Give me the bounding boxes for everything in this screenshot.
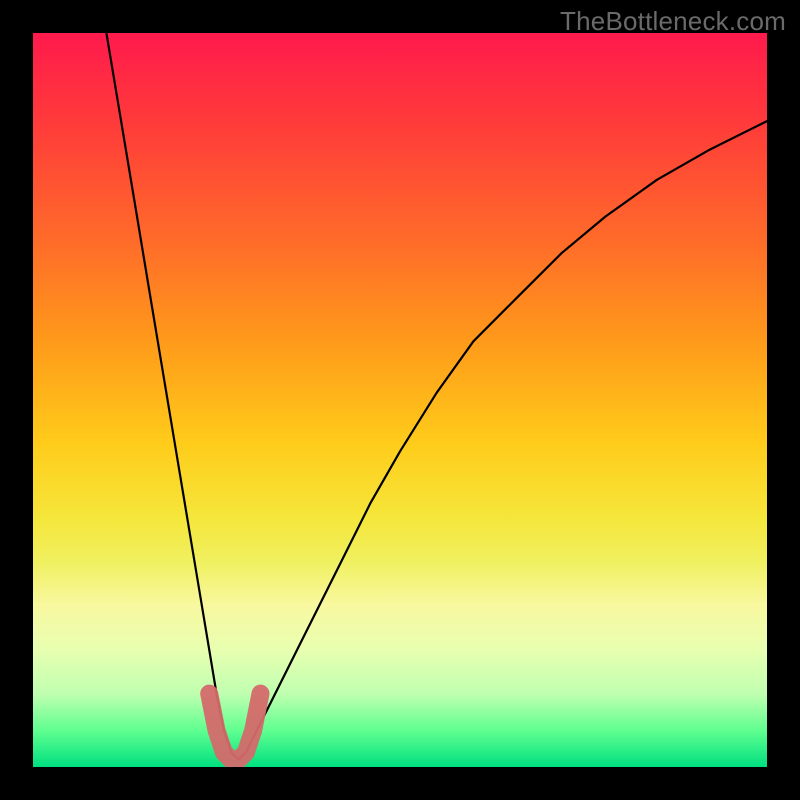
bottleneck-curve-line	[106, 33, 767, 760]
optimal-zone-highlight	[209, 694, 260, 760]
chart-overlay	[33, 33, 767, 767]
